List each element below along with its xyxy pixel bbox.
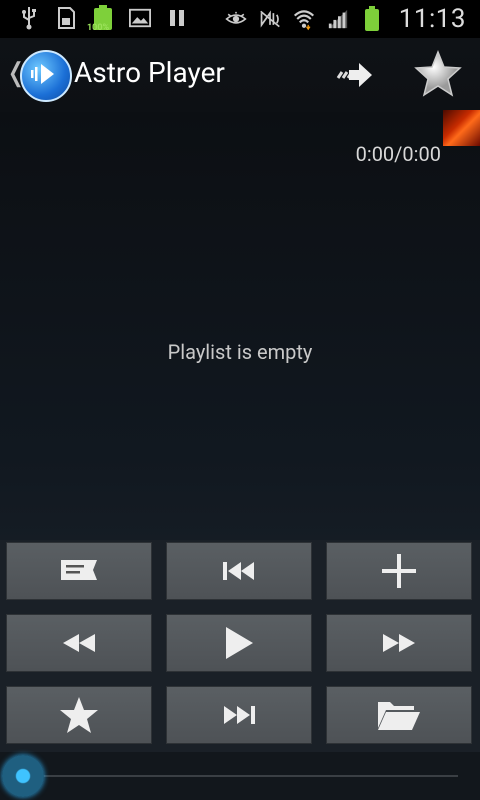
folder-icon [378,702,420,730]
pause-icon [166,6,188,30]
eye-icon [225,7,247,31]
playback-time: 0:00/0:00 [355,142,441,166]
play-button[interactable] [166,614,312,672]
fast-forward-button[interactable] [326,614,472,672]
forward-button[interactable] [330,52,380,98]
playlist-empty-message: Playlist is empty [167,340,313,364]
clock: 11:13 [398,4,466,34]
nfc-mute-icon [259,7,281,31]
play-icon [226,627,253,659]
image-icon [129,6,151,30]
seek-thumb[interactable] [2,755,44,797]
rewind-icon [63,634,95,652]
next-track-button[interactable] [166,686,312,744]
app-logo[interactable] [20,50,72,102]
seek-bar[interactable] [0,752,480,800]
previous-track-button[interactable] [166,542,312,600]
star-icon [60,697,98,733]
app-title: Astro Player [74,56,225,89]
star-outline-icon [414,49,462,97]
favorite-toolbar-button[interactable] [410,46,466,102]
skip-next-icon [224,706,255,724]
open-folder-button[interactable] [326,686,472,744]
plus-icon [382,554,416,588]
wifi-icon [293,7,315,31]
seek-track[interactable] [40,775,458,777]
album-art-thumbnail[interactable] [443,110,480,146]
battery-percent: 100% [87,23,110,33]
fast-forward-icon [383,634,415,652]
comment-icon [61,560,97,580]
action-bar: ❬ Astro Player [0,38,480,112]
favorite-button[interactable] [6,686,152,744]
status-bar: 100% 11:13 [0,0,480,38]
arrow-right-icon [336,63,372,87]
add-button[interactable] [326,542,472,600]
player-content-area [0,112,480,542]
signal-icon [327,7,349,31]
sd-card-icon [55,6,77,30]
usb-icon [18,6,40,30]
battery-icon [361,6,383,31]
rewind-button[interactable] [6,614,152,672]
lyrics-button[interactable] [6,542,152,600]
playback-controls [0,540,480,752]
skip-previous-icon [223,562,254,580]
